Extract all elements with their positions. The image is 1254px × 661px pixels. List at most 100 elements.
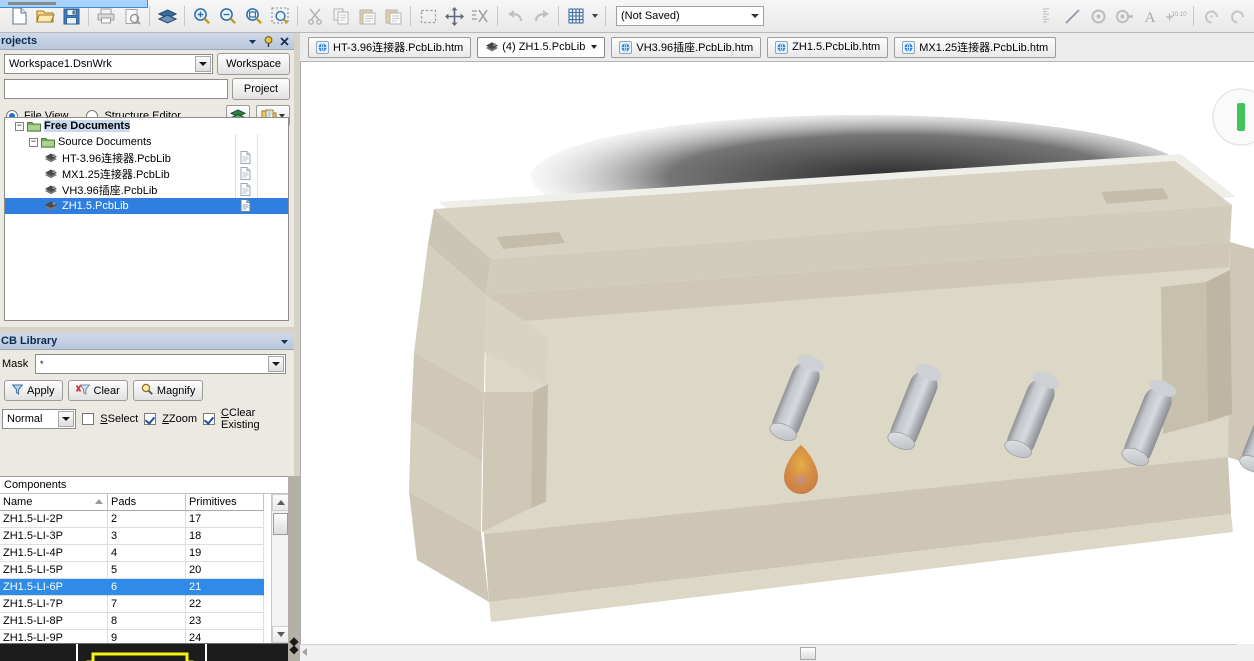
tree-node-pcblib[interactable]: HT-3.96连接器.PcbLib xyxy=(5,150,288,166)
cell-pads: 6 xyxy=(108,579,186,596)
cell-name: ZH1.5-LI-3P xyxy=(0,528,108,545)
chevron-down-icon[interactable] xyxy=(591,45,598,49)
dock-splitter-grip[interactable]: ◆ ◆ xyxy=(288,476,300,661)
display-options-row: Normal SSelect ZZoom CClear Existing xyxy=(0,401,294,431)
mask-input[interactable]: * xyxy=(35,354,286,374)
zoom-label-text: Zoom xyxy=(168,413,198,425)
hscrollbar-thumb[interactable] xyxy=(800,647,816,660)
column-header-label: Name xyxy=(3,496,33,508)
clear-existing-label: CClear Existing xyxy=(221,407,260,431)
move-icon xyxy=(442,4,466,28)
grid-icon[interactable] xyxy=(564,4,588,28)
zoom-area-icon[interactable] xyxy=(268,4,292,28)
project-input[interactable] xyxy=(4,79,228,99)
cell-pads: 3 xyxy=(108,528,186,545)
document-status-combo[interactable]: (Not Saved) xyxy=(616,6,764,26)
column-header-pads[interactable]: Pads xyxy=(108,494,186,511)
coordinate-icon: 10,10 xyxy=(1164,4,1188,28)
tree-node-pcblib-selected[interactable]: ZH1.5.PcbLib xyxy=(5,198,288,214)
tree-node-pcblib[interactable]: MX1.25连接器.PcbLib xyxy=(5,166,288,182)
scroll-left-icon[interactable] xyxy=(302,648,307,656)
document-tab[interactable]: VH3.96插座.PcbLib.htm xyxy=(611,36,762,58)
cell-name: ZH1.5-LI-6P xyxy=(0,579,108,596)
pcblib-icon xyxy=(44,152,59,164)
components-vertical-scrollbar[interactable] xyxy=(271,494,289,643)
chevron-down-icon[interactable] xyxy=(268,356,284,372)
mask-value: * xyxy=(40,359,44,369)
footprint-preview[interactable] xyxy=(0,643,288,661)
grid-dropdown-icon[interactable] xyxy=(592,14,598,18)
zoom-checkbox[interactable] xyxy=(144,413,157,425)
projects-panel-title: rojects xyxy=(1,35,38,47)
chevron-down-icon[interactable] xyxy=(246,35,259,48)
expander-icon[interactable]: − xyxy=(15,121,24,131)
pcb3d-viewport[interactable] xyxy=(300,62,1254,644)
magnify-button[interactable]: Magnify xyxy=(132,380,204,401)
display-mode-combo[interactable]: Normal xyxy=(2,409,77,429)
select-area-icon xyxy=(416,4,440,28)
project-row: Project xyxy=(0,75,294,100)
pin-icon[interactable] xyxy=(262,35,275,48)
svg-text:A: A xyxy=(1145,10,1156,24)
zoom-label: ZZoom xyxy=(162,413,198,425)
scroll-up-icon[interactable] xyxy=(272,494,289,511)
cell-name: ZH1.5-LI-2P xyxy=(0,511,108,528)
document-tab[interactable]: HT-3.96连接器.PcbLib.htm xyxy=(308,36,472,58)
close-icon[interactable] xyxy=(278,35,291,48)
cell-pads: 8 xyxy=(108,613,186,630)
dock-collapse-icon[interactable]: ◆ ◆ xyxy=(289,635,299,655)
components-table[interactable]: Components Name Pads Primitives ZH1.5-LI… xyxy=(0,476,289,647)
table-row[interactable]: ZH1.5-LI-8P 8 23 xyxy=(0,613,288,630)
document-tab-active[interactable]: (4) ZH1.5.PcbLib xyxy=(477,36,606,58)
table-row[interactable]: ZH1.5-LI-4P 4 19 xyxy=(0,545,288,562)
clear-existing-checkbox[interactable] xyxy=(203,413,216,425)
table-row[interactable]: ZH1.5-LI-5P 5 20 xyxy=(0,562,288,579)
components-caption: Components xyxy=(0,477,288,494)
project-tree[interactable]: − Free Documents − Source Documents HT-3… xyxy=(4,117,289,321)
column-header-primitives[interactable]: Primitives xyxy=(186,494,264,511)
tree-node-free-documents[interactable]: − Free Documents xyxy=(5,118,288,134)
tree-node-source-documents[interactable]: − Source Documents xyxy=(5,134,288,150)
browser-icon xyxy=(902,40,916,54)
cell-primitives: 23 xyxy=(186,613,264,630)
apply-button[interactable]: Apply xyxy=(4,380,63,401)
viewport-horizontal-scrollbar[interactable] xyxy=(300,644,1254,661)
pcblib-icon xyxy=(44,184,59,196)
tree-node-pcblib[interactable]: VH3.96插座.PcbLib xyxy=(5,182,288,198)
workspace-button[interactable]: Workspace xyxy=(217,53,290,75)
document-tab-label: (4) ZH1.5.PcbLib xyxy=(502,41,586,53)
cut-icon xyxy=(303,4,327,28)
chevron-down-icon[interactable] xyxy=(58,411,75,427)
document-tab[interactable]: ZH1.5.PcbLib.htm xyxy=(767,36,889,58)
table-row[interactable]: ZH1.5-LI-2P 2 17 xyxy=(0,511,288,528)
layers-icon[interactable] xyxy=(155,4,179,28)
line-icon xyxy=(1060,4,1084,28)
cell-pads: 2 xyxy=(108,511,186,528)
document-status-value: (Not Saved) xyxy=(621,10,680,22)
project-button[interactable]: Project xyxy=(232,78,290,100)
clear-label: Clear xyxy=(93,384,120,397)
document-icon xyxy=(240,167,254,181)
zoom-in-icon[interactable] xyxy=(190,4,214,28)
column-header-name[interactable]: Name xyxy=(0,494,108,511)
table-row-selected[interactable]: ZH1.5-LI-6P 6 21 xyxy=(0,579,288,596)
scrollbar-thumb[interactable] xyxy=(273,513,288,535)
document-tab[interactable]: MX1.25连接器.PcbLib.htm xyxy=(894,36,1057,58)
tree-node-label: HT-3.96连接器.PcbLib xyxy=(62,153,171,165)
workspace-combo[interactable]: Workspace1.DsnWrk xyxy=(4,54,214,74)
select-label-text: Select xyxy=(107,413,139,425)
table-row[interactable]: ZH1.5-LI-7P 7 22 xyxy=(0,596,288,613)
zoom-document-icon[interactable] xyxy=(242,4,266,28)
expander-icon[interactable]: − xyxy=(29,137,38,147)
table-row[interactable]: ZH1.5-LI-3P 3 18 xyxy=(0,528,288,545)
cell-name: ZH1.5-LI-4P xyxy=(0,545,108,562)
zoom-out-icon[interactable] xyxy=(216,4,240,28)
chevron-down-icon[interactable] xyxy=(195,56,212,72)
clear-button[interactable]: Clear xyxy=(67,380,128,401)
scroll-down-icon[interactable] xyxy=(272,626,289,643)
document-tab-label: ZH1.5.PcbLib.htm xyxy=(792,41,881,53)
toolbar-placement-group: A 10,10 xyxy=(1033,0,1250,33)
select-checkbox[interactable] xyxy=(82,413,95,425)
chevron-down-icon[interactable] xyxy=(278,335,291,348)
projects-panel: rojects Workspace1.DsnWrk Workspace Proj… xyxy=(0,33,294,327)
